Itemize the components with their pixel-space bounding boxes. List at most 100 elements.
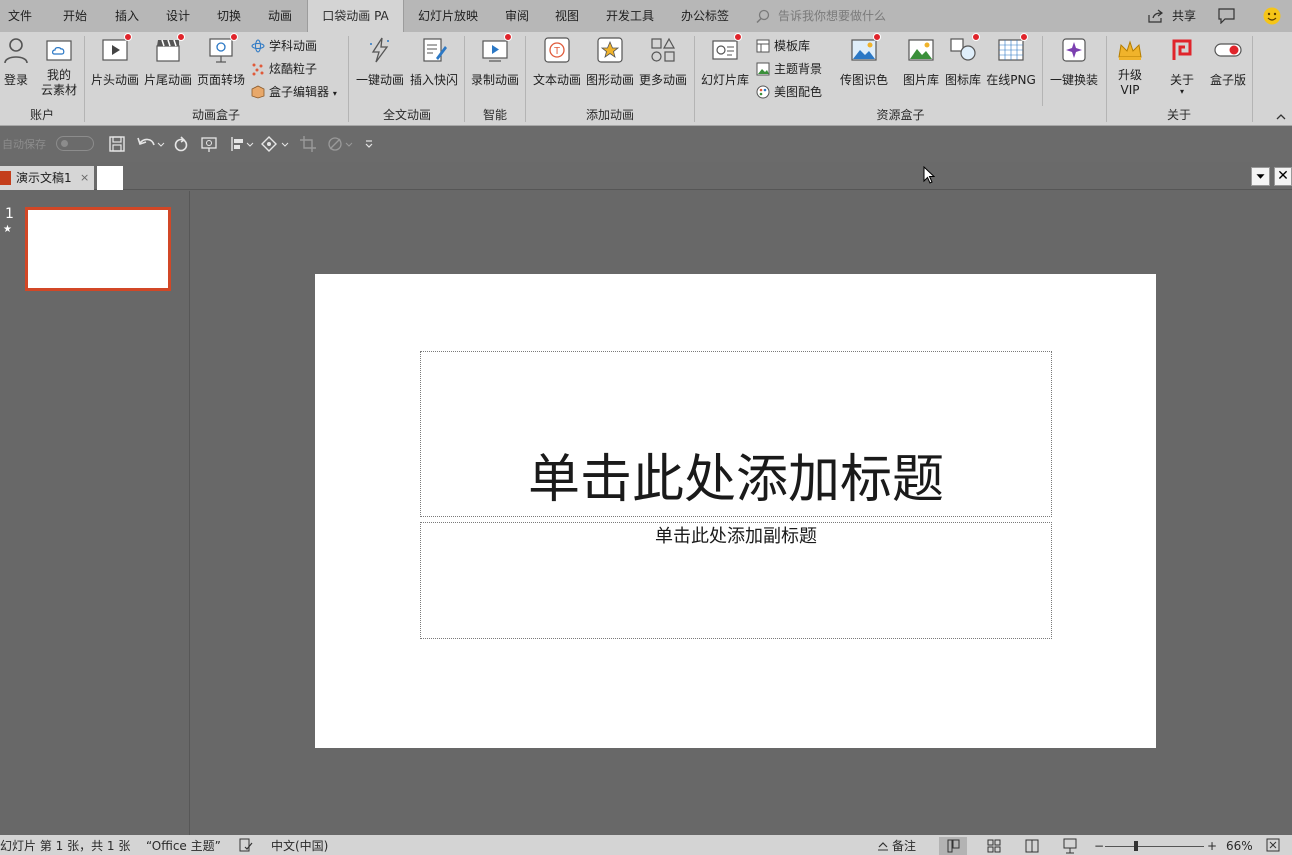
shape-animation-button[interactable]: 图形动画 bbox=[584, 36, 636, 88]
reading-view-icon[interactable] bbox=[1018, 837, 1046, 855]
tab-review[interactable]: 审阅 bbox=[494, 0, 540, 32]
star-shape-icon bbox=[597, 37, 623, 63]
zoom-level[interactable]: 66% bbox=[1226, 839, 1253, 853]
page-transition-button[interactable]: 页面转场 bbox=[195, 33, 247, 88]
zoom-out-button[interactable]: − bbox=[1094, 839, 1104, 853]
group-label-about: 关于 bbox=[1166, 108, 1191, 122]
zoom-in-button[interactable]: + bbox=[1207, 839, 1217, 853]
comment-icon[interactable] bbox=[1218, 8, 1235, 24]
cool-particles-button[interactable]: 炫酷粒子 bbox=[251, 59, 317, 79]
template-library-button[interactable]: 模板库 bbox=[756, 36, 810, 56]
lightbulb-icon bbox=[756, 9, 770, 23]
tab-developer[interactable]: 开发工具 bbox=[597, 0, 663, 32]
fit-to-window-icon[interactable] bbox=[1266, 838, 1280, 852]
slide-thumbnail-pane: 1 ★ bbox=[0, 191, 190, 835]
svg-text:T: T bbox=[554, 46, 560, 57]
ribbon: 登录 我的 云素材 账户 片头动画 片尾动画 页面转场 学科动画 炫酷粒子 盒子… bbox=[0, 32, 1292, 126]
tab-insert[interactable]: 插入 bbox=[104, 0, 150, 32]
upgrade-vip-button[interactable]: 升级 VIP bbox=[1110, 36, 1150, 98]
new-tab-button[interactable] bbox=[97, 166, 123, 190]
my-cloud-assets-button[interactable]: 我的 云素材 bbox=[38, 36, 80, 98]
smiley-feedback-icon[interactable] bbox=[1263, 7, 1281, 25]
toggle-icon bbox=[1214, 43, 1242, 57]
save-icon[interactable] bbox=[108, 135, 126, 153]
more-animations-button[interactable]: 更多动画 bbox=[637, 36, 689, 88]
present-from-start-icon[interactable] bbox=[200, 135, 218, 153]
close-tab-icon[interactable]: × bbox=[80, 166, 89, 190]
shape-fill-icon[interactable] bbox=[260, 135, 290, 153]
crop-icon[interactable] bbox=[299, 135, 317, 153]
title-placeholder-text: 单击此处添加标题 bbox=[527, 450, 944, 510]
redo-icon[interactable] bbox=[172, 135, 190, 153]
autosave-toggle[interactable] bbox=[56, 136, 94, 151]
new-badge bbox=[124, 33, 132, 41]
subject-animation-button[interactable]: 学科动画 bbox=[251, 36, 317, 56]
text-animation-button[interactable]: T 文本动画 bbox=[531, 36, 583, 88]
head-animation-button[interactable]: 片头动画 bbox=[89, 33, 141, 88]
one-key-animation-button[interactable]: 一键动画 bbox=[354, 36, 406, 88]
document-tab[interactable]: 演示文稿1 × bbox=[0, 166, 94, 190]
slide-canvas[interactable]: 单击此处添加标题 单击此处添加副标题 bbox=[315, 274, 1156, 748]
box-version-toggle[interactable]: 盒子版 bbox=[1204, 36, 1252, 88]
insert-flash-button[interactable]: 插入快闪 bbox=[408, 36, 460, 88]
share-button[interactable]: 共享 bbox=[1148, 0, 1196, 32]
group-label-account: 账户 bbox=[29, 108, 54, 122]
slideshow-view-icon[interactable] bbox=[1056, 837, 1084, 855]
color-scheme-button[interactable]: 美图配色 bbox=[756, 82, 822, 102]
atom-icon bbox=[251, 39, 265, 53]
new-badge bbox=[734, 33, 742, 41]
tell-me-search[interactable]: 告诉我你想要做什么 bbox=[756, 0, 886, 32]
slide-sorter-view-icon[interactable] bbox=[980, 837, 1008, 855]
lightning-icon bbox=[370, 37, 389, 63]
zoom-slider[interactable] bbox=[1105, 846, 1204, 847]
online-png-button[interactable]: 在线PNG bbox=[984, 33, 1038, 88]
tab-animations[interactable]: 动画 bbox=[257, 0, 303, 32]
subtitle-placeholder[interactable]: 单击此处添加副标题 bbox=[420, 522, 1052, 639]
undo-icon[interactable] bbox=[136, 135, 166, 153]
pocket-logo-icon bbox=[1172, 39, 1192, 60]
tab-file[interactable]: 文件 bbox=[0, 0, 40, 32]
disabled-shape-icon[interactable] bbox=[326, 135, 356, 153]
tab-office-tab[interactable]: 办公标签 bbox=[672, 0, 738, 32]
tab-slideshow[interactable]: 幻灯片放映 bbox=[410, 0, 486, 32]
picture-icon bbox=[908, 39, 934, 61]
tab-home[interactable]: 开始 bbox=[52, 0, 98, 32]
icon-library-button[interactable]: 图标库 bbox=[940, 33, 986, 88]
normal-view-icon[interactable] bbox=[939, 837, 967, 855]
tab-pocket-animation[interactable]: 口袋动画 PA bbox=[307, 0, 404, 33]
group-label-add-animation: 添加动画 bbox=[585, 108, 634, 122]
title-placeholder[interactable]: 单击此处添加标题 bbox=[420, 351, 1052, 517]
login-button[interactable]: 登录 bbox=[0, 36, 32, 88]
language-status[interactable]: 中文(中国) bbox=[271, 839, 328, 853]
customize-qat-icon[interactable] bbox=[363, 135, 375, 153]
align-icon[interactable] bbox=[229, 135, 257, 153]
tab-transitions[interactable]: 切换 bbox=[206, 0, 252, 32]
proofing-icon[interactable] bbox=[239, 838, 253, 852]
notes-button[interactable]: 备注 bbox=[892, 839, 916, 853]
close-window-icon[interactable]: ✕ bbox=[1274, 167, 1292, 186]
group-separator bbox=[1252, 36, 1253, 122]
pass-color-button[interactable]: 传图识色 bbox=[838, 33, 890, 88]
slide-thumbnail[interactable] bbox=[25, 207, 171, 291]
collapse-ribbon-icon[interactable] bbox=[1276, 112, 1286, 120]
palette-icon bbox=[756, 85, 770, 99]
theme-background-button[interactable]: 主题背景 bbox=[756, 59, 822, 79]
box-editor-button[interactable]: 盒子编辑器 ▾ bbox=[251, 82, 337, 102]
chevron-down-icon: ▾ bbox=[332, 89, 337, 98]
one-key-replace-button[interactable]: 一键换装 bbox=[1046, 36, 1102, 88]
group-label-resource-box: 资源盒子 bbox=[876, 108, 925, 122]
tab-design[interactable]: 设计 bbox=[155, 0, 201, 32]
tab-view[interactable]: 视图 bbox=[544, 0, 590, 32]
slide-library-button[interactable]: 幻灯片库 bbox=[699, 33, 751, 88]
slide-editor: 单击此处添加标题 单击此处添加副标题 bbox=[191, 191, 1292, 835]
tail-animation-button[interactable]: 片尾动画 bbox=[142, 33, 194, 88]
about-button[interactable]: 关于 ▾ bbox=[1160, 36, 1204, 96]
grid-shapes-icon bbox=[651, 37, 676, 62]
chevron-down-icon[interactable] bbox=[1251, 167, 1270, 186]
template-icon bbox=[756, 39, 770, 53]
image-library-button[interactable]: 图片库 bbox=[896, 36, 946, 88]
group-separator bbox=[464, 36, 465, 122]
group-separator bbox=[348, 36, 349, 122]
record-animation-button[interactable]: 录制动画 bbox=[469, 33, 521, 88]
zoom-slider-thumb[interactable] bbox=[1134, 841, 1138, 851]
